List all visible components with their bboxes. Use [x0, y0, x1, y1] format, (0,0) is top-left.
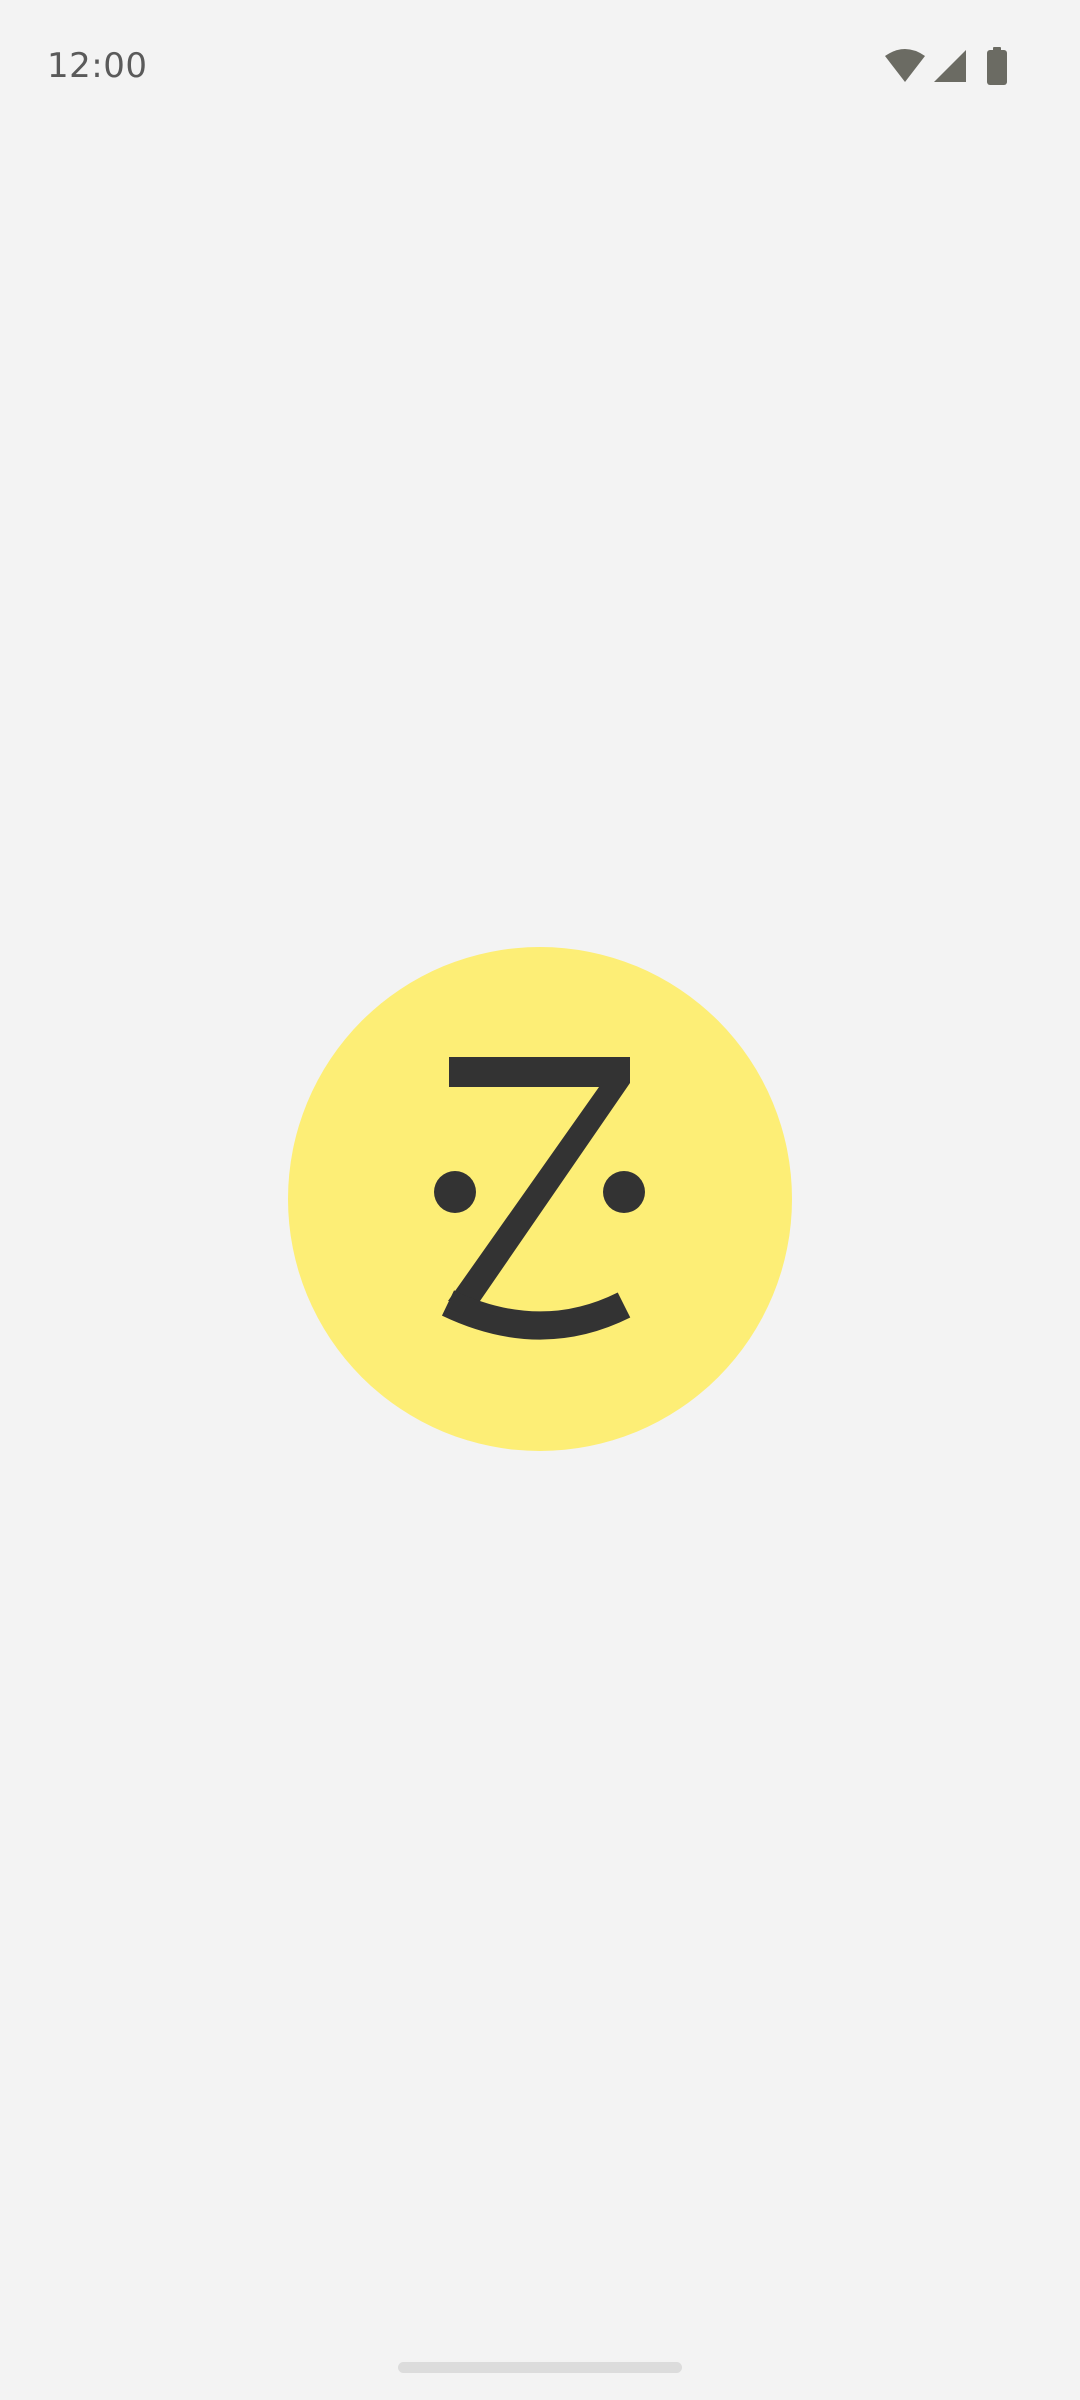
cellular-signal-icon [932, 48, 968, 84]
battery-icon [986, 47, 1008, 85]
status-icons [884, 47, 1008, 85]
app-logo [288, 947, 792, 1451]
status-time: 12:00 [47, 46, 148, 86]
gesture-navigation-bar[interactable] [398, 2362, 682, 2373]
wifi-icon [884, 48, 926, 84]
zillow-smile-logo-icon [288, 947, 792, 1451]
status-bar: 12:00 [0, 0, 1080, 130]
